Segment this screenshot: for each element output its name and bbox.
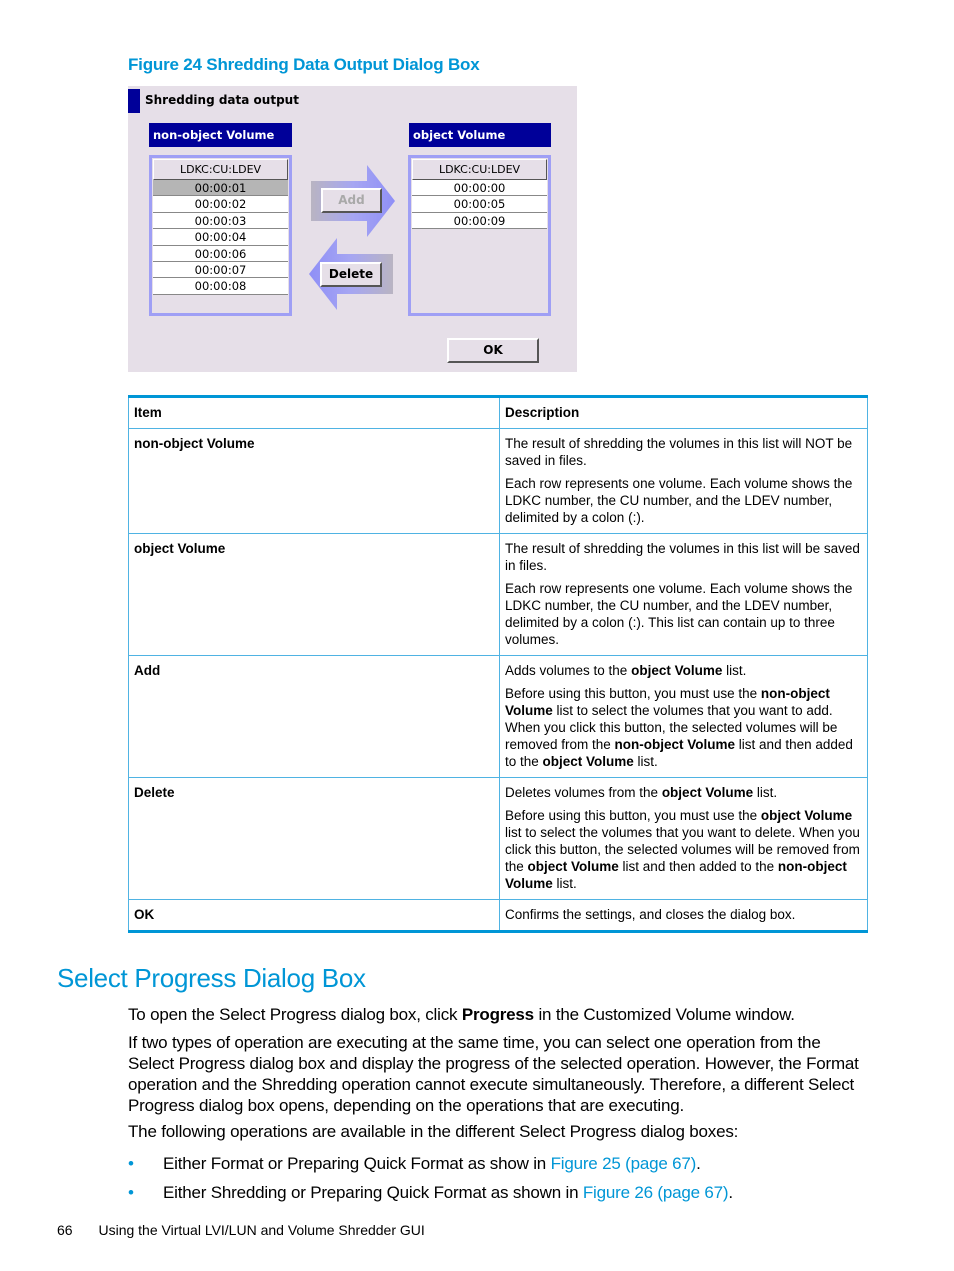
bold-term: non-object Volume [614, 737, 736, 752]
page-number: 66 [57, 1222, 73, 1238]
table-row: Delete Deletes volumes from the object Vo… [128, 777, 868, 900]
volume-row[interactable]: 00:00:04 [153, 229, 288, 246]
item-cell: object Volume [128, 533, 500, 656]
description-paragraph: Before using this button, you must use t… [505, 685, 862, 770]
description-cell: Adds volumes to the object Volume list. B… [499, 655, 868, 778]
bullet-icon: • [128, 1154, 134, 1173]
text-run: Before using this button, you must use t… [505, 808, 761, 823]
intro-paragraph: To open the Select Progress dialog box, … [128, 1004, 870, 1025]
volume-row[interactable]: 00:00:09 [412, 212, 547, 230]
bold-term: object Volume [760, 808, 853, 823]
bullet-icon: • [128, 1183, 134, 1202]
text-run: Each row represents one volume. Each vol… [505, 476, 853, 525]
ok-button[interactable]: OK [447, 338, 539, 363]
item-cell: OK [128, 899, 500, 933]
figure-link[interactable]: Figure 26 (page 67) [583, 1183, 729, 1202]
text-run: list. [722, 663, 747, 678]
bold-term: object Volume [542, 754, 634, 769]
text-run: list. [753, 785, 778, 800]
table-row: object Volume The result of shredding the… [128, 533, 868, 656]
non-object-volume-list[interactable]: LDKC:CU:LDEV 00:00:01 00:00:02 00:00:03 00:… [149, 155, 292, 316]
bold-term: object Volume [631, 663, 723, 678]
figure-caption: Figure 24 Shredding Data Output Dialog B… [128, 55, 480, 74]
table-row: OK Confirms the settings, and closes the … [128, 899, 868, 933]
figure-link[interactable]: Figure 25 (page 67) [551, 1154, 697, 1173]
non-object-volume-header: non-object Volume [149, 123, 292, 147]
description-paragraph: Adds volumes to the object Volume list. [505, 662, 862, 679]
add-button[interactable]: Add [321, 188, 382, 213]
ldkc-cu-ldev-column-header[interactable]: LDKC:CU:LDEV [412, 159, 547, 180]
bold-term: Progress [461, 1005, 534, 1024]
volume-row[interactable]: 00:00:06 [153, 245, 288, 262]
text-run: The result of shredding the volumes in t… [505, 541, 860, 573]
ldkc-cu-ldev-column-header[interactable]: LDKC:CU:LDEV [153, 159, 288, 180]
description-cell: Deletes volumes from the object Volume l… [499, 777, 868, 900]
volume-row[interactable]: 00:00:00 [412, 180, 547, 197]
text-run: Adds volumes to the [505, 663, 632, 678]
object-volume-header: object Volume [409, 123, 551, 147]
text-run: list. [633, 754, 658, 769]
text-run: Confirms the settings, and closes the di… [505, 907, 796, 922]
text-run: . [696, 1154, 701, 1173]
item-cell: non-object Volume [128, 428, 500, 534]
bold-term: object Volume [527, 859, 619, 874]
items-description-table: Item Description non-object Volume The re… [128, 395, 868, 933]
volume-row[interactable]: 00:00:01 [153, 180, 288, 197]
item-cell: Delete [128, 777, 500, 900]
description-cell: The result of shredding the volumes in t… [499, 533, 868, 656]
volume-row[interactable]: 00:00:02 [153, 196, 288, 213]
description-paragraph: The result of shredding the volumes in t… [505, 435, 862, 469]
description-paragraph: Each row represents one volume. Each vol… [505, 475, 862, 526]
volume-row[interactable]: 00:00:07 [153, 261, 288, 279]
shredding-data-output-dialog: Shredding data output non-object Volume … [128, 86, 577, 372]
text-run: Deletes volumes from the [505, 785, 662, 800]
text-run: list and then added to the [618, 859, 778, 874]
delete-button[interactable]: Delete [320, 262, 382, 287]
column-header-item: Item [128, 395, 500, 429]
object-volume-list[interactable]: LDKC:CU:LDEV 00:00:00 00:00:05 00:00:09 [408, 155, 551, 316]
description-paragraph: Deletes volumes from the object Volume l… [505, 784, 862, 801]
description-paragraph: The result of shredding the volumes in t… [505, 540, 862, 574]
description-cell: Confirms the settings, and closes the di… [499, 899, 868, 933]
item-cell: Add [128, 655, 500, 778]
title-bar-accent [128, 89, 140, 113]
table-row: non-object Volume The result of shredding… [128, 428, 868, 534]
text-run: Either Format or Preparing Quick Format … [163, 1154, 551, 1173]
operations-paragraph: If two types of operation are executing … [128, 1033, 859, 1115]
volume-row[interactable]: 00:00:05 [412, 196, 547, 213]
bold-term: object Volume [661, 785, 754, 800]
text-run: in the Customized Volume window. [533, 1005, 795, 1024]
available-operations-paragraph: The following operations are available i… [128, 1122, 739, 1141]
table-row: Add Adds volumes to the object Volume lis… [128, 655, 868, 778]
text-run: The result of shredding the volumes in t… [505, 436, 853, 468]
dialog-title: Shredding data output [145, 93, 299, 107]
bullet-text: Either Format or Preparing Quick Format … [163, 1153, 701, 1174]
section-heading: Select Progress Dialog Box [57, 963, 366, 993]
description-paragraph: Before using this button, you must use t… [505, 807, 862, 892]
page-footer: 66 Using the Virtual LVI/LUN and Volume … [57, 1222, 425, 1238]
description-cell: The result of shredding the volumes in t… [499, 428, 868, 534]
bullet-text: Either Shredding or Preparing Quick Form… [163, 1182, 733, 1203]
description-paragraph: Confirms the settings, and closes the di… [505, 906, 862, 923]
text-run: . [728, 1183, 733, 1202]
text-run: Each row represents one volume. Each vol… [505, 581, 853, 647]
volume-row[interactable]: 00:00:08 [153, 278, 288, 295]
text-run: To open the Select Progress dialog box, … [128, 1005, 462, 1024]
volume-row[interactable]: 00:00:03 [153, 212, 288, 230]
text-run: Before using this button, you must use t… [505, 686, 761, 701]
text-run: Either Shredding or Preparing Quick Form… [163, 1183, 583, 1202]
table-header-row: Item Description [128, 395, 868, 429]
description-paragraph: Each row represents one volume. Each vol… [505, 580, 862, 648]
chapter-title: Using the Virtual LVI/LUN and Volume Shr… [98, 1222, 425, 1238]
text-run: list. [552, 876, 577, 891]
column-header-description: Description [499, 395, 868, 429]
